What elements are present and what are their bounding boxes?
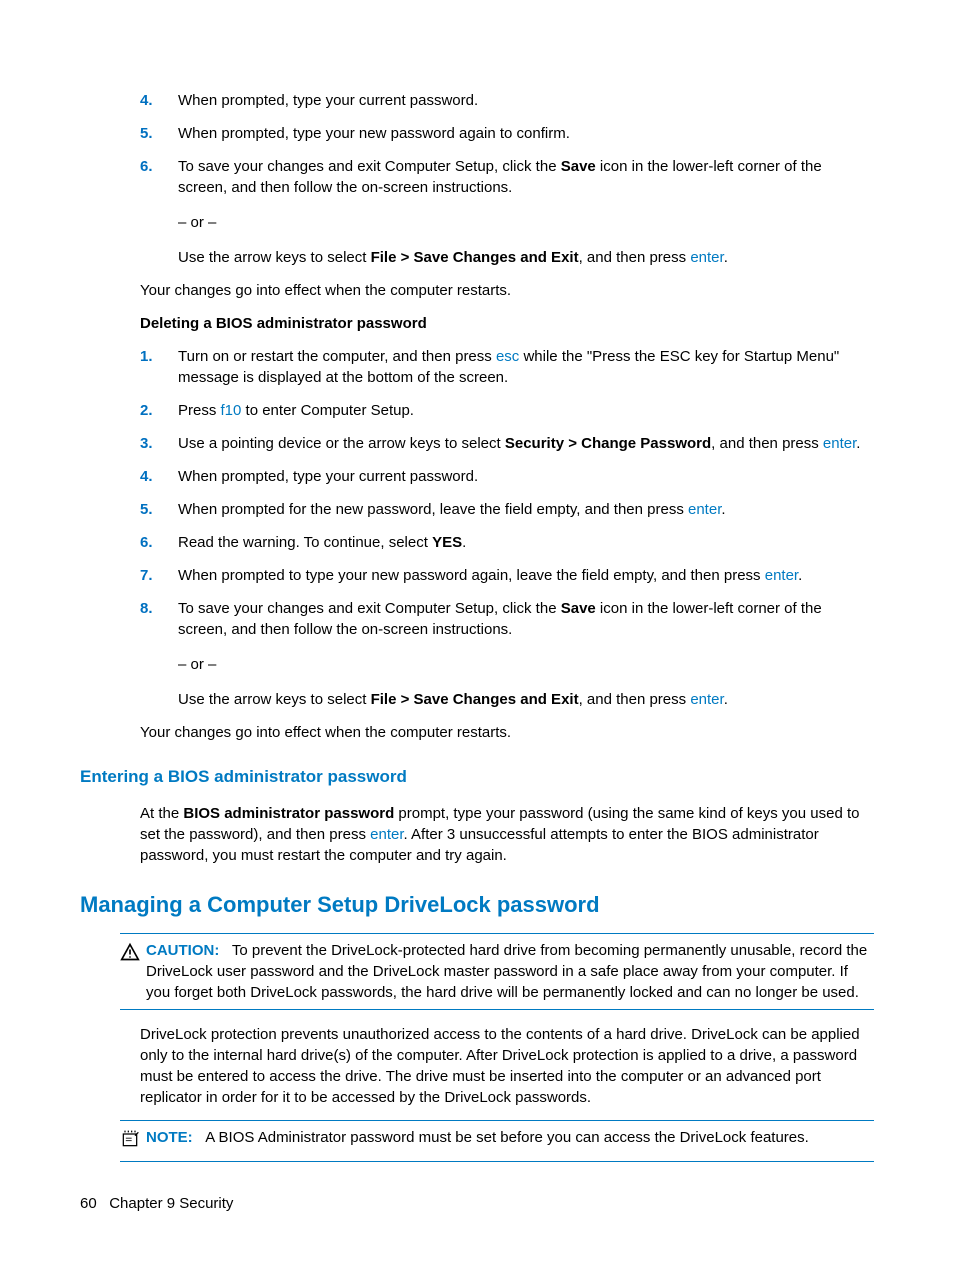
list-item: 4. When prompted, type your current pass… (140, 466, 874, 487)
caution-icon (120, 942, 146, 968)
enter-key-link[interactable]: enter (690, 691, 723, 708)
caution-box: CAUTION: To prevent the DriveLock-protec… (120, 933, 874, 1010)
list-text: Turn on or restart the computer, and the… (178, 346, 874, 388)
list-number: 7. (140, 565, 178, 586)
esc-key-link[interactable]: esc (496, 348, 519, 365)
list-text: Press f10 to enter Computer Setup. (178, 400, 874, 421)
list-item: 3. Use a pointing device or the arrow ke… (140, 433, 874, 454)
list-text: When prompted, type your current passwor… (178, 90, 874, 111)
list-number: 4. (140, 90, 178, 111)
restart-note: Your changes go into effect when the com… (140, 722, 874, 743)
heading-entering-bios: Entering a BIOS administrator password (80, 765, 874, 789)
heading-managing-drivelock: Managing a Computer Setup DriveLock pass… (80, 890, 874, 921)
sub-heading-delete: Deleting a BIOS administrator password (140, 313, 874, 334)
or-divider: – or – (178, 212, 874, 233)
list-number: 1. (140, 346, 178, 388)
list-text: Use a pointing device or the arrow keys … (178, 433, 874, 454)
note-box: NOTE: A BIOS Administrator password must… (120, 1120, 874, 1162)
list-number: 2. (140, 400, 178, 421)
note-text: NOTE: A BIOS Administrator password must… (146, 1127, 874, 1148)
or-divider: – or – (178, 654, 874, 675)
ordered-list-1: 4. When prompted, type your current pass… (140, 90, 874, 268)
page-number: 60 (80, 1195, 97, 1212)
list-text: When prompted, type your current passwor… (178, 466, 874, 487)
list-item: 7. When prompted to type your new passwo… (140, 565, 874, 586)
list-item: 5. When prompted for the new password, l… (140, 499, 874, 520)
list-number: 3. (140, 433, 178, 454)
chapter-label: Chapter 9 Security (109, 1195, 233, 1212)
f10-key-link[interactable]: f10 (221, 402, 242, 419)
list-text: When prompted for the new password, leav… (178, 499, 874, 520)
list-item: 2. Press f10 to enter Computer Setup. (140, 400, 874, 421)
alt-instruction: Use the arrow keys to select File > Save… (178, 247, 874, 268)
list-number: 4. (140, 466, 178, 487)
enter-key-link[interactable]: enter (690, 249, 723, 266)
alt-instruction: Use the arrow keys to select File > Save… (178, 689, 874, 710)
list-item: 8. To save your changes and exit Compute… (140, 598, 874, 710)
ordered-list-2: 1. Turn on or restart the computer, and … (140, 346, 874, 710)
enter-key-link[interactable]: enter (370, 826, 403, 843)
list-text: When prompted to type your new password … (178, 565, 874, 586)
restart-note: Your changes go into effect when the com… (140, 280, 874, 301)
list-number: 6. (140, 156, 178, 268)
caution-text: CAUTION: To prevent the DriveLock-protec… (146, 940, 874, 1003)
list-number: 6. (140, 532, 178, 553)
list-item: 5. When prompted, type your new password… (140, 123, 874, 144)
list-text: To save your changes and exit Computer S… (178, 598, 874, 710)
list-item: 1. Turn on or restart the computer, and … (140, 346, 874, 388)
list-text: When prompted, type your new password ag… (178, 123, 874, 144)
list-number: 8. (140, 598, 178, 710)
list-text: To save your changes and exit Computer S… (178, 156, 874, 268)
enter-key-link[interactable]: enter (823, 435, 856, 452)
list-number: 5. (140, 123, 178, 144)
list-item: 6. To save your changes and exit Compute… (140, 156, 874, 268)
list-item: 6. Read the warning. To continue, select… (140, 532, 874, 553)
enter-key-link[interactable]: enter (765, 567, 798, 584)
list-number: 5. (140, 499, 178, 520)
list-text: Read the warning. To continue, select YE… (178, 532, 874, 553)
drivelock-paragraph: DriveLock protection prevents unauthoriz… (140, 1024, 874, 1108)
enter-key-link[interactable]: enter (688, 501, 721, 518)
page-footer: 60 Chapter 9 Security (80, 1193, 233, 1214)
list-item: 4. When prompted, type your current pass… (140, 90, 874, 111)
entering-bios-paragraph: At the BIOS administrator password promp… (140, 803, 874, 866)
note-icon (120, 1129, 146, 1155)
